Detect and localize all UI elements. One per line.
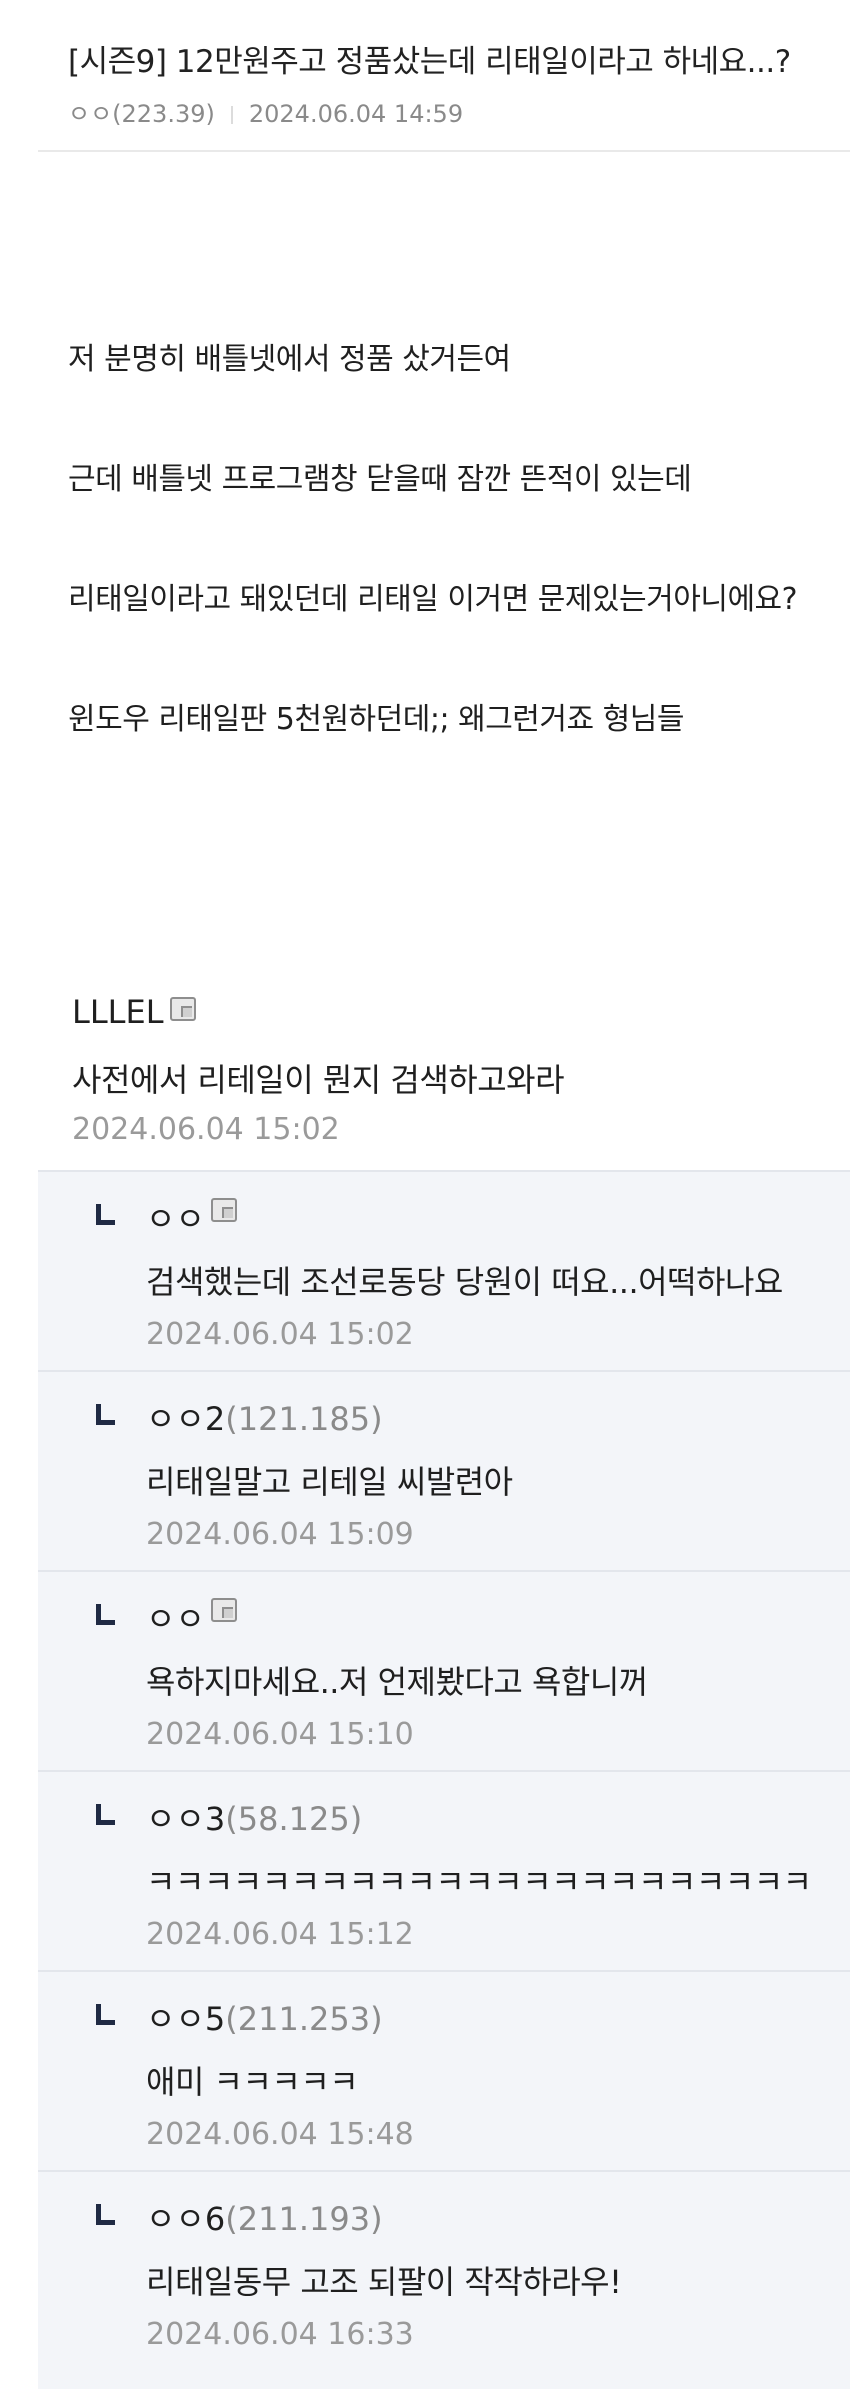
comment-date: 2024.06.04 15:02 — [146, 1317, 414, 1352]
post-line: 리태일이라고 돼있던데 리태일 이거면 문제있는거아니에요? — [68, 582, 798, 617]
reply-comment: ㅇㅇ3(58.125) ㅋㅋㅋㅋㅋㅋㅋㅋㅋㅋㅋㅋㅋㅋㅋㅋㅋㅋㅋㅋㅋㅋㅋ 2024… — [38, 1770, 850, 1970]
reply-arrow-icon — [96, 1804, 115, 1825]
comment-date: 2024.06.04 15:10 — [146, 1717, 414, 1752]
comment-author-name[interactable]: ㅇㅇ6 — [146, 2200, 225, 2238]
comment: LLLEL 사전에서 리테일이 뭔지 검색하고와라 2024.06.04 15:… — [38, 985, 850, 1170]
post-date: 2024.06.04 14:59 — [248, 100, 464, 128]
post-meta: ㅇㅇ(223.39) 2024.06.04 14:59 — [68, 94, 463, 129]
comment-date: 2024.06.04 16:33 — [146, 2317, 414, 2352]
comment-text: 검색했는데 조선로동당 당원이 떠요...어떡하나요 — [146, 1263, 783, 1301]
meta-divider — [230, 106, 233, 124]
comment-text: 리태일동무 고조 되팔이 작작하라우! — [146, 2263, 622, 2301]
comment-author[interactable]: ㅇㅇ5(211.253) — [146, 1994, 383, 2040]
comment-author-name[interactable]: LLLEL — [72, 993, 164, 1031]
comment-author-name[interactable]: ㅇㅇ5 — [146, 2000, 225, 2038]
reply-arrow-icon — [96, 2004, 115, 2025]
reply-comment: ㅇㅇ 검색했는데 조선로동당 당원이 떠요...어떡하나요 2024.06.04… — [38, 1170, 850, 1370]
post-author[interactable]: ㅇㅇ(223.39) — [68, 100, 215, 128]
reply-comment: ㅇㅇ6(211.193) 리태일동무 고조 되팔이 작작하라우! 2024.06… — [38, 2170, 850, 2389]
comment-author[interactable]: ㅇㅇ3(58.125) — [146, 1794, 362, 1840]
comment-author[interactable]: ㅇㅇ2(121.185) — [146, 1394, 383, 1440]
post-line: 근데 배틀넷 프로그램창 닫을때 잠깐 뜬적이 있는데 — [68, 462, 692, 497]
reply-arrow-icon — [96, 1604, 115, 1625]
comment-author[interactable]: LLLEL — [72, 993, 196, 1031]
comment-author-name[interactable]: ㅇㅇ — [146, 1600, 205, 1638]
comment-author[interactable]: ㅇㅇ — [146, 1194, 237, 1240]
comment-date: 2024.06.04 15:12 — [146, 1917, 414, 1952]
comment-author-ip: (121.185) — [225, 1400, 383, 1438]
comment-date: 2024.06.04 15:48 — [146, 2117, 414, 2152]
reply-arrow-icon — [96, 1204, 115, 1225]
reply-arrow-icon — [96, 2204, 115, 2225]
memo-icon — [210, 1598, 237, 1622]
comment-text: ㅋㅋㅋㅋㅋㅋㅋㅋㅋㅋㅋㅋㅋㅋㅋㅋㅋㅋㅋㅋㅋㅋㅋ — [146, 1863, 812, 1901]
post-body: 저 분명히 배틀넷에서 정품 샀거든여 근데 배틀넷 프로그램창 닫을때 잠깐 … — [68, 340, 848, 820]
comment-author[interactable]: ㅇㅇ6(211.193) — [146, 2194, 383, 2240]
reply-comment: ㅇㅇ5(211.253) 애미 ㅋㅋㅋㅋㅋ 2024.06.04 15:48 — [38, 1970, 850, 2170]
comment-author-ip: (211.193) — [225, 2200, 383, 2238]
reply-comment: ㅇㅇ 욕하지마세요..저 언제봤다고 욕합니꺼 2024.06.04 15:10 — [38, 1570, 850, 1770]
comment-author-ip: (211.253) — [225, 2000, 383, 2038]
comment-date: 2024.06.04 15:09 — [146, 1517, 414, 1552]
memo-icon — [210, 1198, 237, 1222]
comment-author-name[interactable]: ㅇㅇ2 — [146, 1400, 225, 1438]
post-line: 윈도우 리태일판 5천원하던데;; 왜그런거죠 형님들 — [68, 702, 684, 737]
reply-arrow-icon — [96, 1404, 115, 1425]
comment-author-name[interactable]: ㅇㅇ — [146, 1200, 205, 1238]
comment-author[interactable]: ㅇㅇ — [146, 1594, 237, 1640]
comment-text: 욕하지마세요..저 언제봤다고 욕합니꺼 — [146, 1663, 648, 1701]
comment-text: 애미 ㅋㅋㅋㅋㅋ — [146, 2063, 359, 2101]
reply-comment: ㅇㅇ2(121.185) 리태일말고 리테일 씨발련아 2024.06.04 1… — [38, 1370, 850, 1570]
comment-date: 2024.06.04 15:02 — [72, 1112, 340, 1147]
comment-author-name[interactable]: ㅇㅇ3 — [146, 1800, 225, 1838]
comment-text: 리태일말고 리테일 씨발련아 — [146, 1463, 513, 1501]
post-line: 저 분명히 배틀넷에서 정품 샀거든여 — [68, 342, 511, 377]
memo-icon — [169, 997, 196, 1021]
comment-author-ip: (58.125) — [225, 1800, 363, 1838]
comment-text: 사전에서 리테일이 뭔지 검색하고와라 — [72, 1061, 565, 1099]
post-title[interactable]: [시즌9] 12만원주고 정품샀는데 리태일이라고 하네요...? — [68, 36, 791, 81]
post-header: [시즌9] 12만원주고 정품샀는데 리태일이라고 하네요...? ㅇㅇ(223… — [38, 0, 850, 152]
